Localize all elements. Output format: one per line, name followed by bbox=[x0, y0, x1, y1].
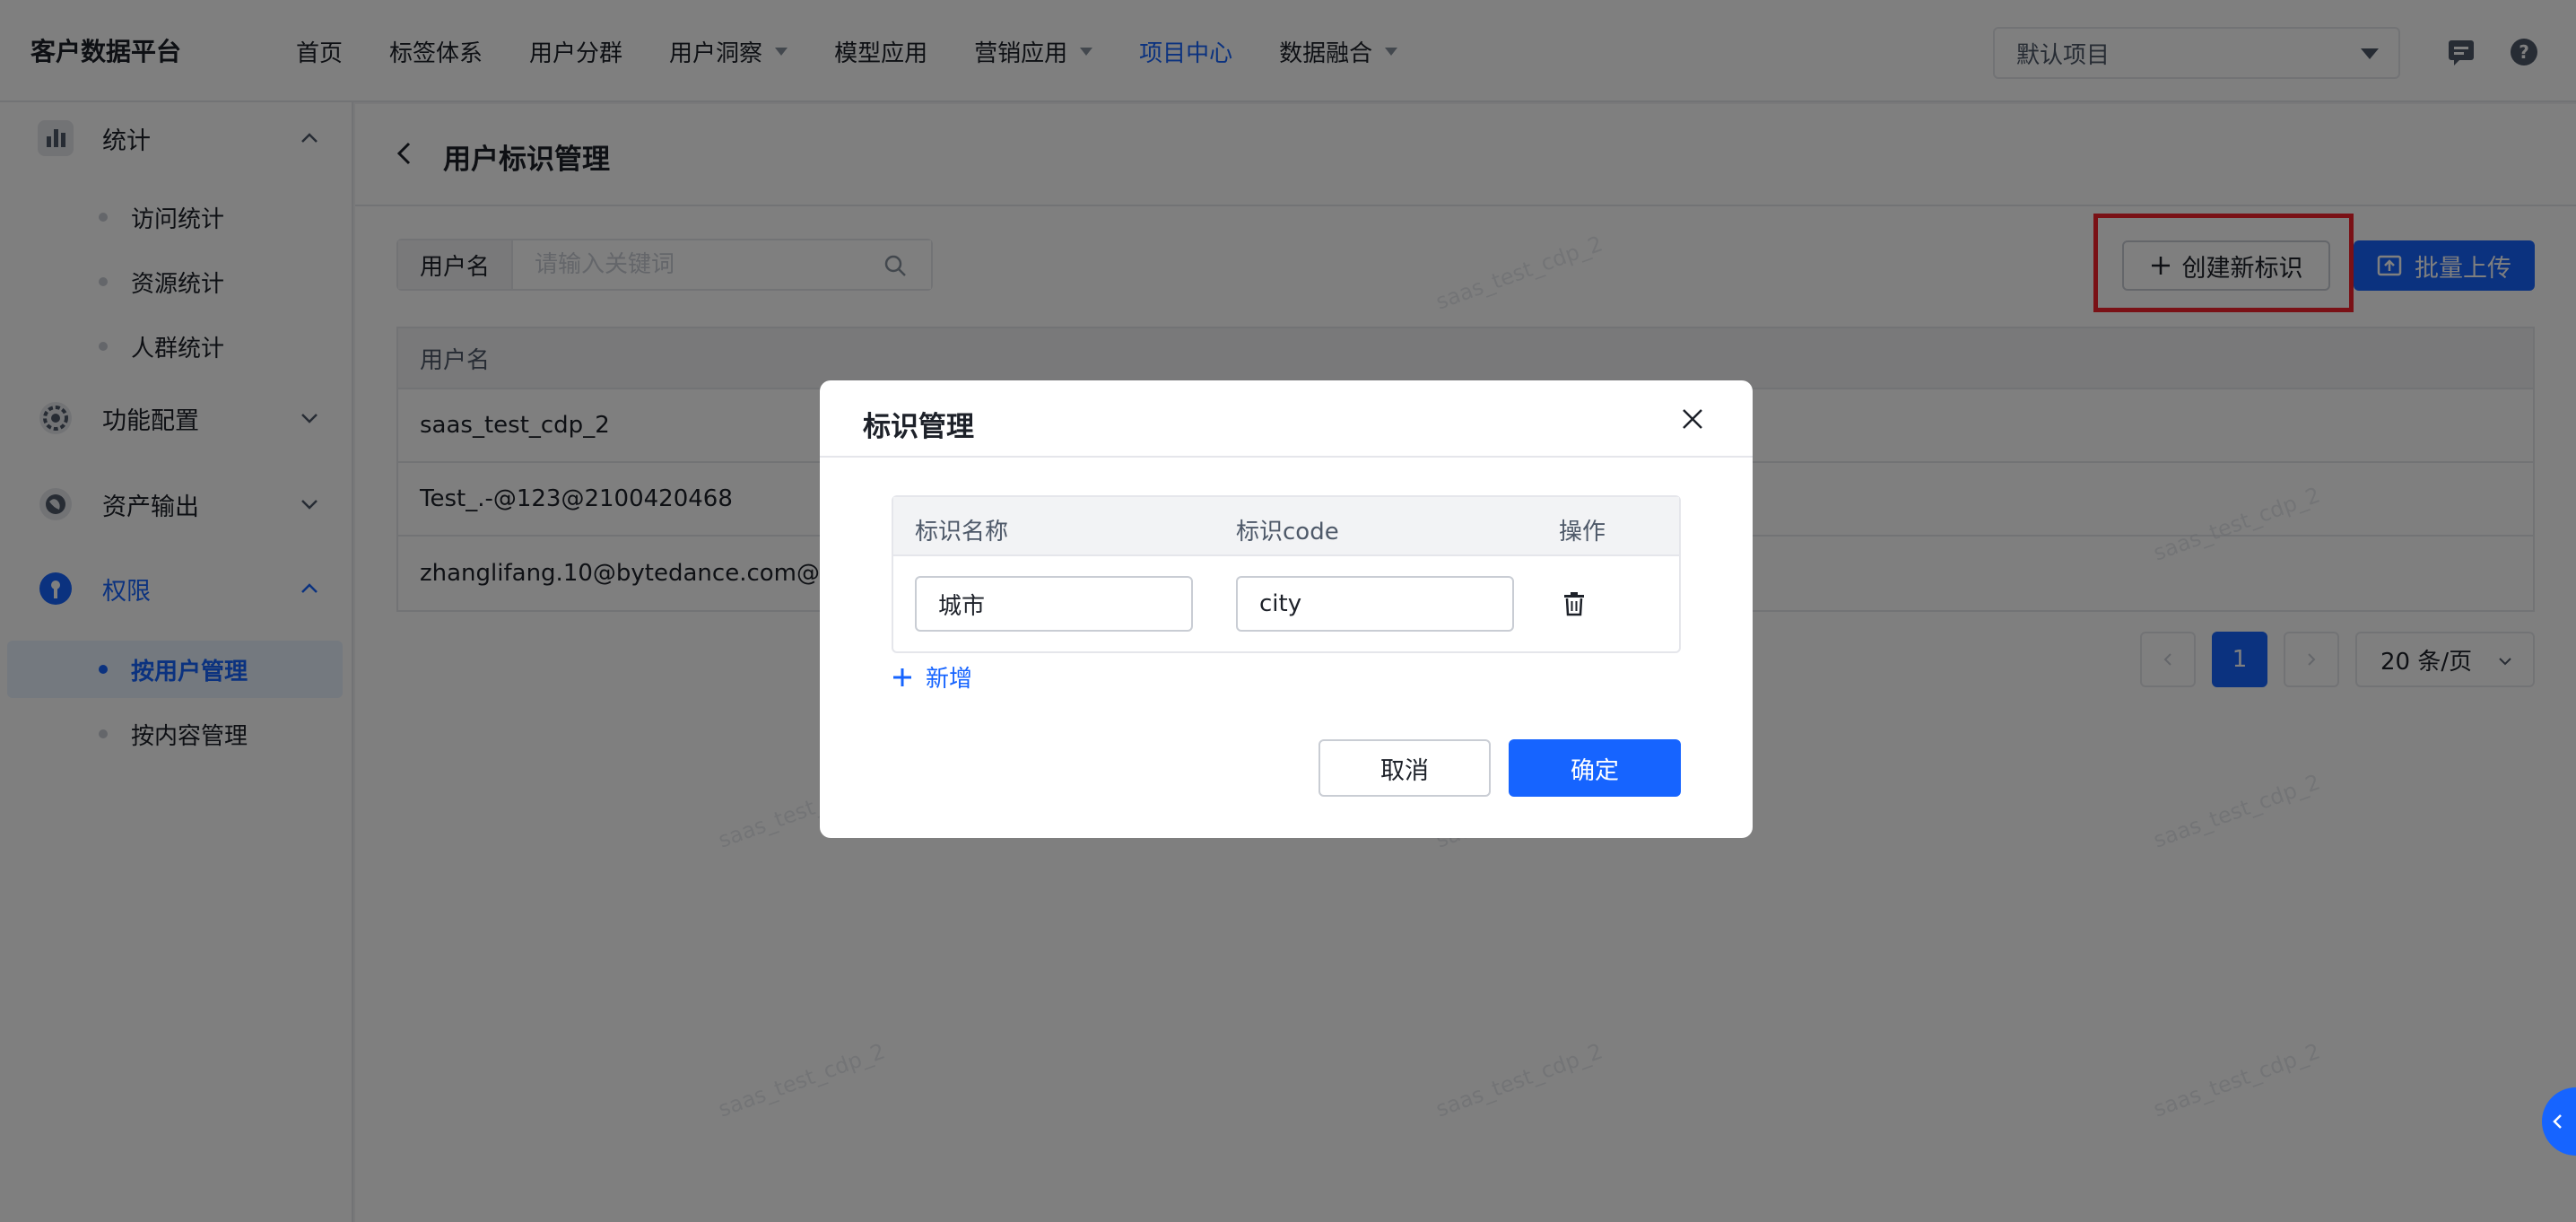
identifier-management-modal: 标识管理 标识名称 标识code 操作 新增 bbox=[820, 380, 1753, 838]
column-header-action: 操作 bbox=[1559, 519, 1606, 546]
identifier-name-input[interactable] bbox=[915, 576, 1193, 632]
add-identifier-button[interactable]: 新增 bbox=[892, 660, 972, 694]
chevron-left-icon bbox=[2553, 1114, 2562, 1129]
identifier-code-input[interactable] bbox=[1236, 576, 1514, 632]
identifier-row bbox=[893, 556, 1679, 651]
column-header-name: 标识名称 bbox=[915, 519, 1009, 546]
identifier-table: 标识名称 标识code 操作 bbox=[892, 495, 1681, 653]
confirm-button[interactable]: 确定 bbox=[1509, 739, 1681, 797]
modal-header: 标识管理 bbox=[820, 380, 1753, 458]
identifier-table-header: 标识名称 标识code 操作 bbox=[893, 497, 1679, 556]
modal-title: 标识管理 bbox=[863, 411, 974, 443]
close-icon[interactable] bbox=[1681, 407, 1704, 431]
column-header-code: 标识code bbox=[1236, 519, 1339, 546]
plus-icon bbox=[893, 668, 911, 686]
trash-icon[interactable] bbox=[1561, 590, 1588, 617]
add-label: 新增 bbox=[926, 666, 973, 693]
cancel-button[interactable]: 取消 bbox=[1318, 739, 1491, 797]
